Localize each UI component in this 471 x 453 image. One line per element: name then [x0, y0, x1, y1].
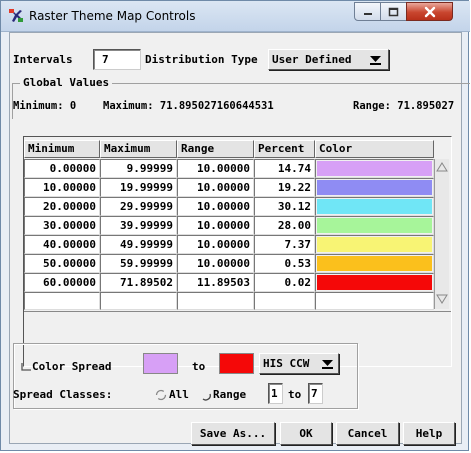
color-spread-label: Color Spread: [32, 360, 112, 373]
percent-cell[interactable]: 28.00: [254, 216, 315, 235]
maximum-cell[interactable]: 59.99999: [100, 254, 177, 273]
empty-cell[interactable]: [100, 292, 177, 310]
maximum-cell[interactable]: 19.99999: [100, 178, 177, 197]
tntmips-app-icon: [9, 9, 23, 22]
color-swatch-cell[interactable]: [315, 178, 434, 197]
color-model-value: HIS CCW: [263, 357, 310, 370]
color-model-select[interactable]: HIS CCW: [259, 353, 339, 374]
color-swatch: [317, 161, 432, 176]
global-minimum: Minimum: 0: [13, 100, 77, 112]
interval-table: Minimum Maximum Range Percent Color 0.00…: [23, 136, 452, 367]
spread-range-label: Range: [213, 388, 247, 401]
distribution-type-value: User Defined: [272, 53, 352, 66]
maximize-icon: [388, 7, 399, 16]
spread-to-color-swatch[interactable]: [219, 353, 254, 374]
color-swatch-cell[interactable]: [315, 197, 434, 216]
percent-cell[interactable]: 0.02: [254, 273, 315, 292]
close-button[interactable]: [406, 2, 453, 21]
column-header-percent: Percent: [254, 140, 315, 158]
range-from-input[interactable]: 1: [268, 383, 283, 404]
percent-cell[interactable]: 14.74: [254, 159, 315, 178]
range-cell[interactable]: 10.00000: [177, 197, 254, 216]
column-header-maximum: Maximum: [100, 140, 177, 158]
ok-button[interactable]: OK: [280, 422, 332, 445]
cancel-button[interactable]: Cancel: [336, 422, 399, 445]
dialog-body: Intervals 7 Distribution Type User Defin…: [9, 32, 470, 445]
color-swatch: [317, 199, 432, 214]
range-cell[interactable]: 11.89503: [177, 273, 254, 292]
percent-cell[interactable]: 0.53: [254, 254, 315, 273]
chevron-down-icon: [370, 56, 381, 65]
spread-classes-label: Spread Classes:: [13, 388, 113, 401]
color-swatch-cell[interactable]: [315, 235, 434, 254]
scroll-down-icon[interactable]: [436, 293, 448, 305]
minimum-cell[interactable]: 40.00000: [24, 235, 100, 254]
window-title: Raster Theme Map Controls: [29, 9, 196, 23]
global-range: Range: 71.895027: [353, 100, 455, 112]
column-header-range: Range: [177, 140, 254, 158]
range-cell[interactable]: 10.00000: [177, 159, 254, 178]
scroll-up-icon[interactable]: [436, 161, 448, 173]
minimum-cell[interactable]: 0.00000: [24, 159, 100, 178]
color-swatch-cell[interactable]: [315, 273, 434, 292]
color-swatch: [317, 256, 432, 271]
distribution-type-label: Distribution Type: [145, 53, 258, 66]
maximum-cell[interactable]: 71.89502: [100, 273, 177, 292]
spread-from-color-swatch[interactable]: [143, 353, 178, 374]
color-swatch-cell[interactable]: [315, 216, 434, 235]
help-button[interactable]: Help: [403, 422, 455, 445]
maximum-cell[interactable]: 29.99999: [100, 197, 177, 216]
percent-cell[interactable]: 30.12: [254, 197, 315, 216]
range-cell[interactable]: 10.00000: [177, 254, 254, 273]
color-swatch-cell[interactable]: [315, 254, 434, 273]
spread-to-label: to: [192, 360, 206, 373]
dialog-window: Raster Theme Map Controls Intervals 7 Di…: [0, 0, 470, 451]
minimum-cell[interactable]: 60.00000: [24, 273, 100, 292]
color-swatch: [317, 180, 432, 195]
percent-cell[interactable]: 7.37: [254, 235, 315, 254]
minimize-button[interactable]: [354, 2, 381, 21]
save-as-button[interactable]: Save As...: [191, 422, 275, 445]
range-cell[interactable]: 10.00000: [177, 235, 254, 254]
spread-all-radio[interactable]: [155, 389, 167, 401]
range-to-input[interactable]: 7: [308, 383, 323, 404]
maximum-cell[interactable]: 39.99999: [100, 216, 177, 235]
color-swatch: [317, 218, 432, 233]
global-maximum: Maximum: 71.895027160644531: [103, 100, 274, 112]
range-cell[interactable]: 10.00000: [177, 216, 254, 235]
title-bar[interactable]: Raster Theme Map Controls: [1, 1, 470, 32]
percent-cell[interactable]: 19.22: [254, 178, 315, 197]
global-values-heading: Global Values: [20, 76, 113, 89]
color-swatch-cell[interactable]: [315, 159, 434, 178]
spread-range-radio[interactable]: [200, 389, 212, 401]
empty-cell[interactable]: [254, 292, 315, 310]
maximum-cell[interactable]: 9.99999: [100, 159, 177, 178]
color-swatch: [317, 275, 432, 290]
range-to-label: to: [288, 388, 302, 401]
empty-cell[interactable]: [315, 292, 434, 310]
minimum-cell[interactable]: 30.00000: [24, 216, 100, 235]
minimum-cell[interactable]: 50.00000: [24, 254, 100, 273]
distribution-type-select[interactable]: User Defined: [268, 49, 389, 70]
color-swatch: [317, 237, 432, 252]
close-icon: [424, 6, 435, 17]
maximize-button[interactable]: [380, 2, 407, 21]
table-divider: [24, 311, 451, 312]
intervals-input[interactable]: 7: [93, 49, 141, 70]
column-header-color: Color: [315, 140, 434, 158]
chevron-down-icon: [322, 360, 333, 369]
maximum-cell[interactable]: 49.99999: [100, 235, 177, 254]
spread-all-label: All: [169, 388, 189, 401]
minimum-cell[interactable]: 10.00000: [24, 178, 100, 197]
minimum-cell[interactable]: 20.00000: [24, 197, 100, 216]
empty-cell[interactable]: [177, 292, 254, 310]
column-header-minimum: Minimum: [24, 140, 100, 158]
intervals-label: Intervals: [13, 53, 73, 66]
minimize-icon: [363, 12, 372, 15]
range-cell[interactable]: 10.00000: [177, 178, 254, 197]
empty-cell[interactable]: [24, 292, 100, 310]
table-scrollbar[interactable]: [434, 159, 449, 309]
